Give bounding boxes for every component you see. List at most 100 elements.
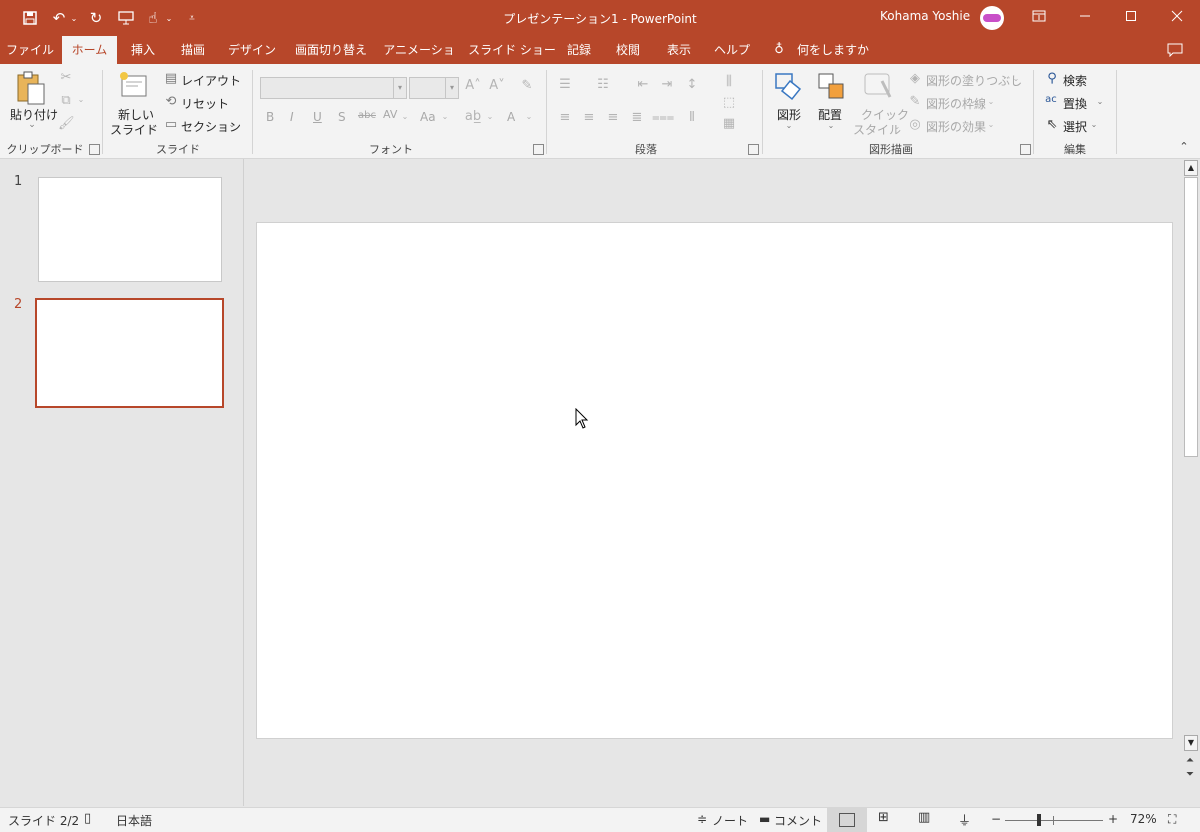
tab-record[interactable]: 記録	[562, 36, 596, 64]
tab-animations[interactable]: アニメーション	[380, 36, 458, 85]
char-spacing-button[interactable]: AV	[383, 108, 397, 121]
italic-button[interactable]: I	[290, 110, 294, 124]
copy-dropdown-icon[interactable]: ⌄	[76, 95, 86, 104]
tab-insert[interactable]: 挿入	[123, 36, 163, 64]
paste-dropdown-icon[interactable]: ⌄	[26, 120, 38, 130]
shape-effects-icon[interactable]: ◎	[907, 117, 923, 132]
tab-help[interactable]: ヘルプ	[711, 36, 753, 64]
bold-button[interactable]: B	[266, 110, 274, 124]
change-case-dropdown-icon[interactable]: ⌄	[441, 112, 449, 121]
tab-draw[interactable]: 描画	[172, 36, 214, 64]
tab-design[interactable]: デザイン	[223, 36, 281, 64]
tab-home[interactable]: ホーム	[62, 36, 117, 64]
section-icon[interactable]: ▭	[163, 117, 179, 132]
strikethrough-button[interactable]: abc	[358, 110, 376, 121]
text-direction-icon[interactable]: ⫼	[719, 74, 739, 89]
shapes-dropdown-icon[interactable]: ⌄	[785, 121, 793, 130]
decrease-indent-icon[interactable]: ⇤	[634, 77, 652, 92]
shapes-icon[interactable]	[774, 71, 804, 101]
close-icon[interactable]	[1154, 0, 1200, 32]
paragraph-launcher-icon[interactable]	[748, 144, 759, 155]
customize-qat-icon[interactable]: ⩡	[185, 8, 199, 28]
highlight-icon[interactable]: ab̲	[464, 109, 482, 124]
tell-me-box[interactable]: 何をしますか	[796, 36, 870, 64]
reset-icon[interactable]: ⟲	[163, 94, 179, 109]
slide-thumbnail-1[interactable]	[38, 177, 222, 282]
find-icon[interactable]: ⚲	[1044, 71, 1060, 86]
redo-icon[interactable]: ↻	[86, 8, 106, 28]
change-case-button[interactable]: Aa	[420, 110, 436, 124]
user-name[interactable]: Kohama Yoshie	[880, 9, 970, 23]
shape-effects-button[interactable]: 図形の効果	[926, 118, 986, 135]
underline-button[interactable]: U	[313, 110, 322, 124]
zoom-slider-thumb[interactable]	[1037, 814, 1041, 826]
copy-icon[interactable]: ⧉	[58, 93, 74, 108]
zoom-level[interactable]: 72%	[1130, 812, 1157, 826]
new-slide-icon[interactable]	[118, 70, 150, 102]
cut-icon[interactable]: ✂	[58, 70, 74, 85]
chevron-down-icon[interactable]: ▾	[393, 78, 406, 98]
zoom-slider[interactable]	[1005, 820, 1103, 821]
next-slide-icon[interactable]: ⏷	[1184, 769, 1196, 783]
minimize-icon[interactable]	[1062, 0, 1108, 32]
slide-thumbnail-panel[interactable]: 1 2	[0, 159, 244, 806]
smartart-icon[interactable]: ▦	[719, 116, 739, 131]
section-dropdown-icon[interactable]: ⌄	[228, 120, 236, 129]
numbering-icon[interactable]: ☷	[594, 77, 612, 92]
touch-dropdown-icon[interactable]: ⌄	[163, 8, 175, 28]
present-icon[interactable]	[116, 8, 136, 28]
replace-button[interactable]: 置換	[1063, 95, 1087, 112]
save-icon[interactable]	[20, 8, 40, 28]
collapse-ribbon-icon[interactable]: ⌃	[1176, 140, 1192, 153]
char-spacing-dropdown-icon[interactable]: ⌄	[401, 112, 409, 121]
avatar[interactable]	[980, 6, 1004, 30]
clear-formatting-icon[interactable]: ✎	[518, 78, 536, 93]
distributed-icon[interactable]: ⩶	[652, 110, 674, 125]
maximize-icon[interactable]	[1108, 0, 1154, 32]
scroll-down-icon[interactable]: ▼	[1184, 735, 1198, 751]
quick-styles-icon[interactable]	[862, 71, 894, 101]
paste-icon[interactable]	[14, 70, 48, 108]
notes-button[interactable]: ノート	[712, 812, 748, 829]
increase-indent-icon[interactable]: ⇥	[658, 77, 676, 92]
comments-icon[interactable]	[1164, 36, 1186, 64]
replace-icon[interactable]: ac	[1042, 94, 1060, 105]
scroll-up-icon[interactable]: ▲	[1184, 160, 1198, 176]
normal-view-button[interactable]	[827, 808, 867, 832]
clipboard-launcher-icon[interactable]	[89, 144, 100, 155]
shape-fill-icon[interactable]: ◈	[907, 71, 923, 86]
align-right-icon[interactable]: ≡	[604, 110, 622, 125]
shape-outline-icon[interactable]: ✎	[907, 94, 923, 109]
previous-slide-icon[interactable]: ⏶	[1184, 755, 1196, 769]
layout-icon[interactable]: ▤	[163, 71, 179, 86]
bullets-icon[interactable]: ☰	[556, 77, 574, 92]
notes-icon[interactable]: ≑	[697, 812, 707, 826]
shape-outline-button[interactable]: 図形の枠線	[926, 95, 986, 112]
chevron-down-icon[interactable]: ▾	[445, 78, 458, 98]
arrange-icon[interactable]	[816, 71, 846, 101]
decrease-font-icon[interactable]: A˅	[489, 78, 505, 93]
ribbon-display-options-icon[interactable]	[1016, 0, 1062, 32]
align-text-icon[interactable]: ⬚	[719, 95, 739, 110]
tab-review[interactable]: 校閲	[610, 36, 646, 64]
replace-dropdown-icon[interactable]: ⌄	[1096, 97, 1104, 106]
fit-to-window-icon[interactable]: ⛶	[1168, 812, 1176, 827]
zoom-in-icon[interactable]: +	[1108, 812, 1118, 826]
text-shadow-button[interactable]: S	[338, 110, 346, 124]
undo-icon[interactable]: ↶	[50, 8, 68, 28]
shape-effects-dropdown-icon[interactable]: ⌄	[987, 120, 995, 129]
drawing-launcher-icon[interactable]	[1020, 144, 1031, 155]
reset-button[interactable]: リセット	[181, 95, 229, 112]
undo-dropdown-icon[interactable]: ⌄	[69, 8, 79, 28]
format-painter-icon[interactable]: 🖌	[58, 116, 75, 131]
tab-transitions[interactable]: 画面切り替え	[290, 36, 372, 64]
comments-button[interactable]: コメント	[774, 812, 822, 829]
select-dropdown-icon[interactable]: ⌄	[1090, 120, 1098, 129]
comment-icon[interactable]: ▬	[759, 812, 770, 826]
shape-fill-button[interactable]: 図形の塗りつぶし	[926, 72, 1022, 89]
select-icon[interactable]: ⇖	[1044, 117, 1060, 132]
align-center-icon[interactable]: ≡	[580, 110, 598, 125]
find-button[interactable]: 検索	[1063, 72, 1087, 89]
select-button[interactable]: 選択	[1063, 118, 1087, 135]
font-color-button[interactable]: A	[507, 110, 515, 124]
